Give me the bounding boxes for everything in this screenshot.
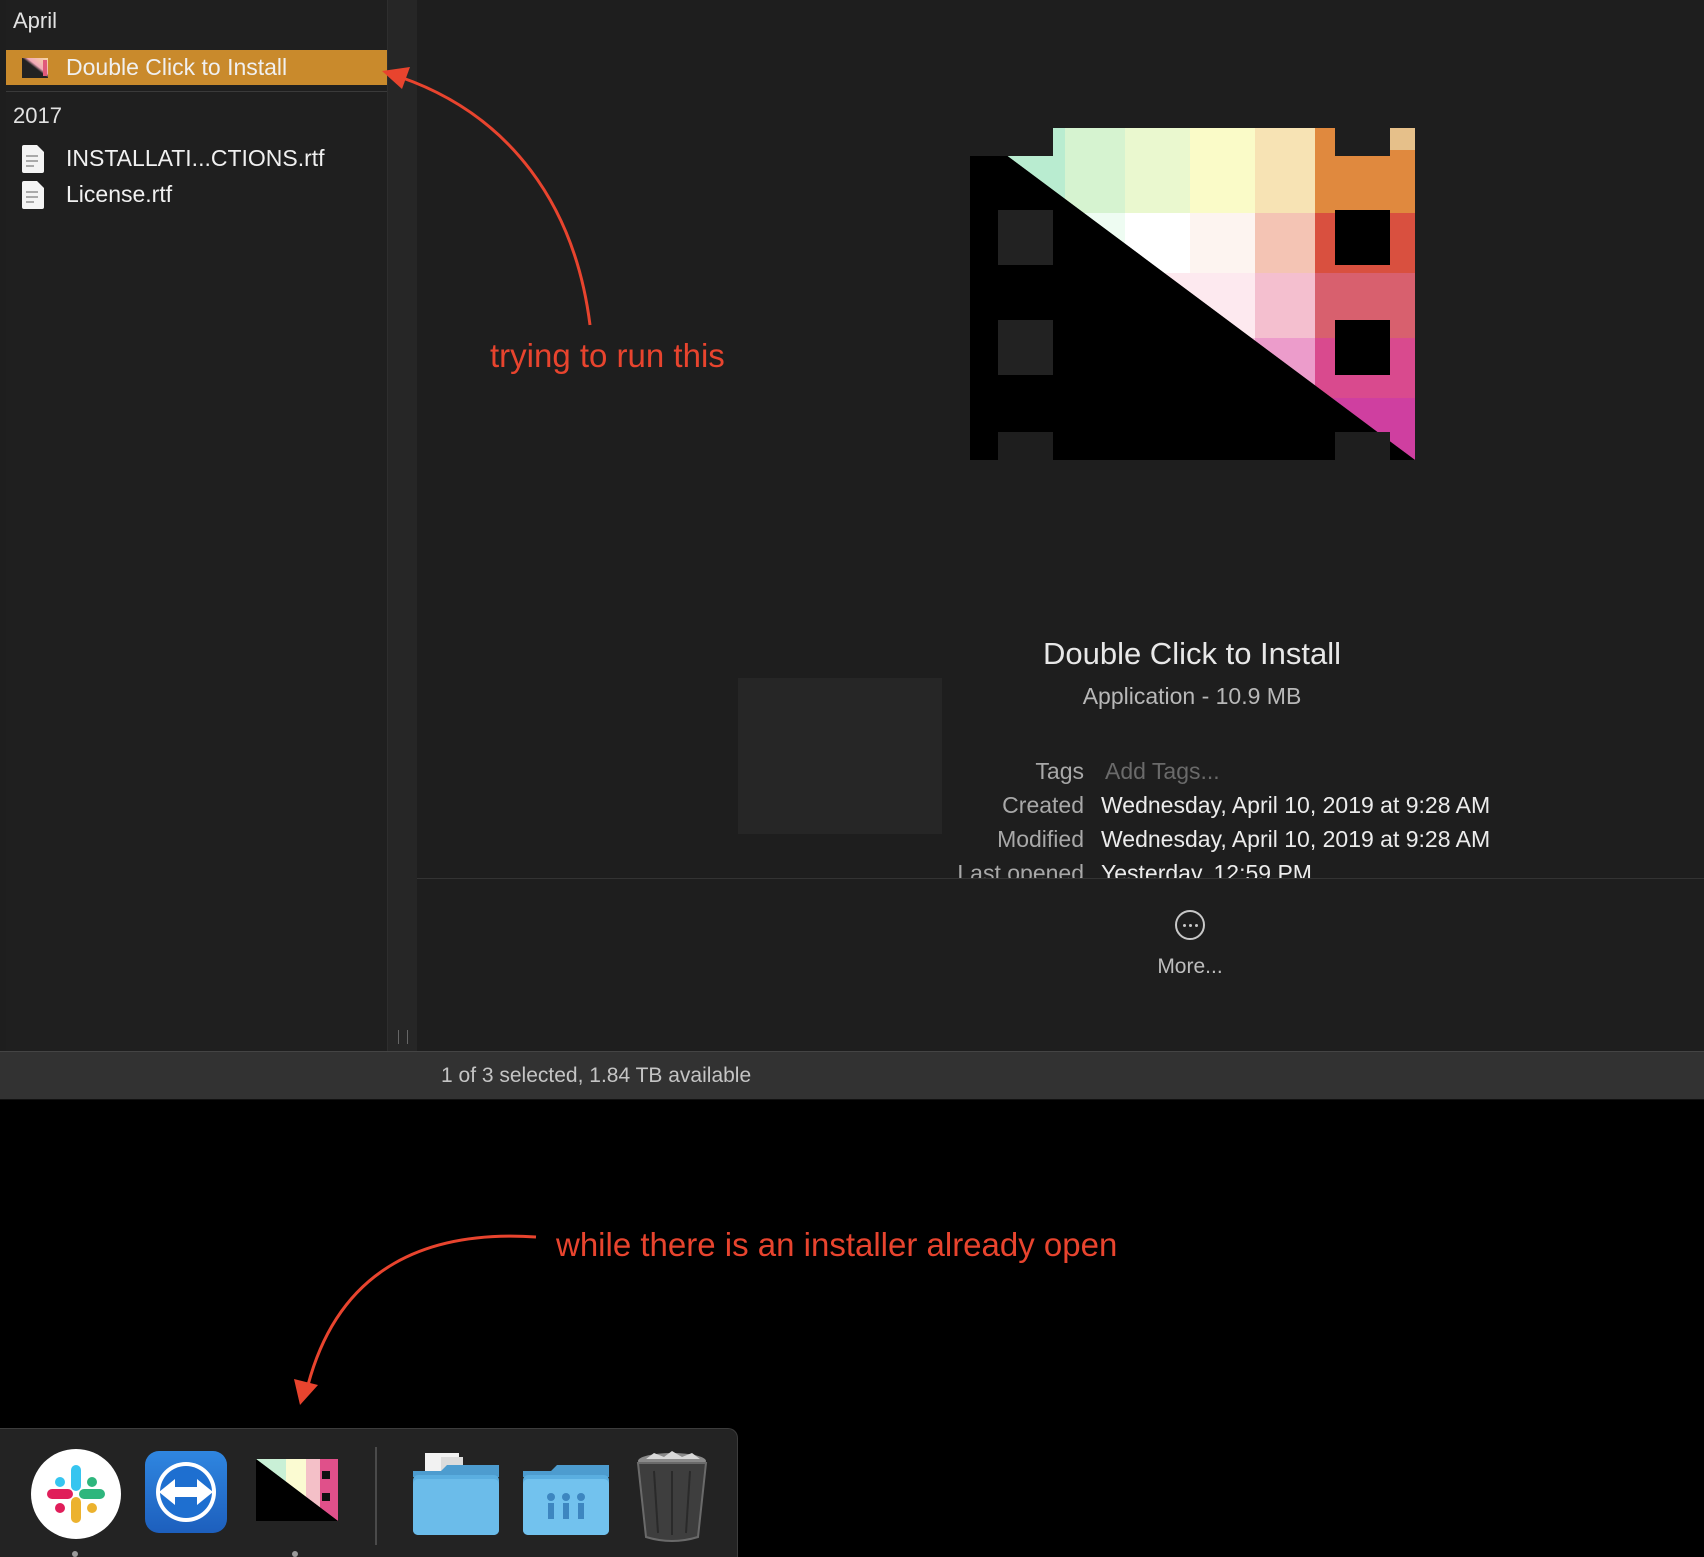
rtf-document-icon bbox=[22, 144, 48, 173]
file-row-double-click-to-install[interactable]: Double Click to Install bbox=[6, 50, 387, 85]
meta-label-created: Created bbox=[1002, 792, 1084, 818]
dock bbox=[0, 1428, 738, 1557]
annotation-arrow-top bbox=[382, 67, 592, 326]
preview-placeholder bbox=[738, 678, 942, 834]
file-name: Double Click to Install bbox=[66, 54, 288, 80]
more-icon[interactable] bbox=[1175, 910, 1205, 940]
annotation-installer-note: while there is an installer already open bbox=[556, 1226, 1118, 1263]
dock-separator bbox=[375, 1447, 377, 1545]
tags-field[interactable]: Add Tags... bbox=[1105, 758, 1220, 785]
preview-actions bbox=[417, 878, 1704, 1052]
status-text: 1 of 3 selected, 1.84 TB available bbox=[441, 1064, 752, 1087]
meta-value-created: Wednesday, April 10, 2019 at 9:28 AM bbox=[1101, 792, 1491, 818]
rtf-document-icon bbox=[22, 180, 48, 209]
file-name: INSTALLATI...CTIONS.rtf bbox=[66, 145, 325, 171]
meta-value-last-opened: Yesterday, 12:59 PM bbox=[1101, 860, 1312, 878]
trash-icon[interactable] bbox=[632, 1449, 712, 1542]
documents-folder-icon[interactable] bbox=[411, 1449, 501, 1539]
meta-value-modified: Wednesday, April 10, 2019 at 9:28 AM bbox=[1101, 826, 1491, 852]
meta-label-last-opened: Last opened bbox=[957, 860, 1084, 878]
installer-app-icon[interactable] bbox=[256, 1459, 338, 1521]
more-button[interactable]: More... bbox=[1120, 955, 1260, 979]
file-name: License.rtf bbox=[66, 181, 173, 207]
group-header-april: April bbox=[13, 8, 58, 33]
shared-folder-icon[interactable] bbox=[521, 1449, 611, 1539]
annotation-run-note: trying to run this bbox=[490, 337, 725, 374]
status-bar: 1 of 3 selected, 1.84 TB available bbox=[0, 1051, 1704, 1100]
file-row-installation-instructions[interactable]: INSTALLATI...CTIONS.rtf bbox=[6, 141, 387, 176]
meta-label-modified: Modified bbox=[997, 826, 1084, 852]
annotation-arrow-bottom bbox=[294, 1234, 537, 1405]
meta-clip: Last opened Yesterday, 12:59 PM bbox=[0, 860, 1704, 878]
column-resize-grip-icon[interactable] bbox=[398, 1030, 408, 1044]
slack-icon[interactable] bbox=[31, 1449, 121, 1539]
running-indicator bbox=[72, 1551, 78, 1557]
app-file-icon bbox=[22, 54, 48, 82]
teamviewer-icon[interactable] bbox=[145, 1451, 227, 1533]
file-row-license[interactable]: License.rtf bbox=[6, 177, 387, 212]
meta-label-tags: Tags bbox=[1035, 758, 1084, 784]
app-large-icon bbox=[970, 128, 1415, 460]
finder-window: April Double Click to Install 2017 INSTA… bbox=[0, 0, 1704, 1100]
preview-app-name: Double Click to Install bbox=[1042, 636, 1342, 671]
running-indicator bbox=[292, 1551, 298, 1557]
group-header-2017: 2017 bbox=[13, 103, 62, 128]
preview-kind-size: Application - 10.9 MB bbox=[1082, 683, 1302, 709]
group-separator bbox=[6, 91, 387, 92]
